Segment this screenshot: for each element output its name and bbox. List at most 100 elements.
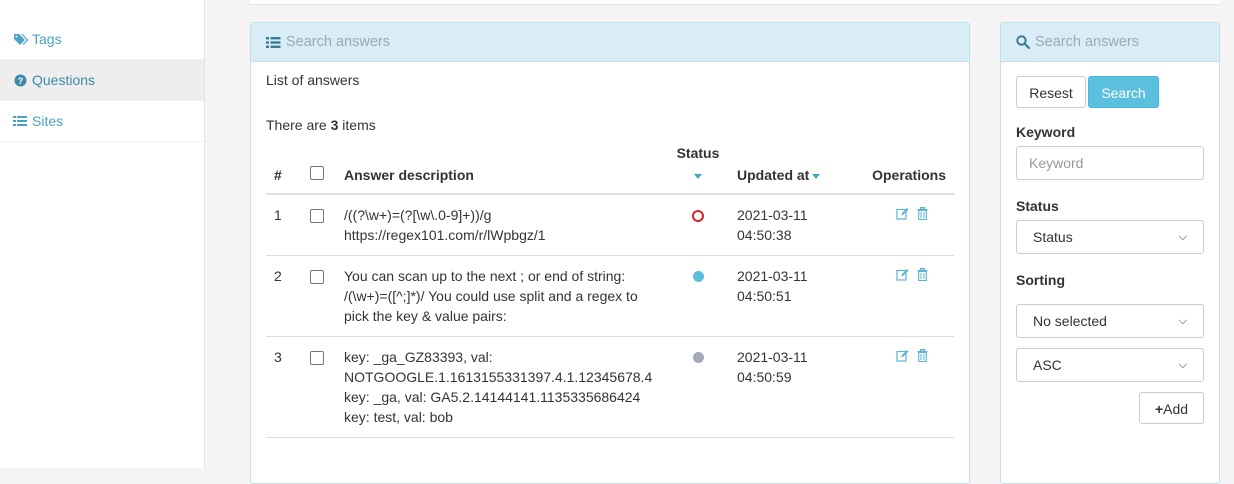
sidebar-item-label: Sites bbox=[32, 113, 64, 129]
status-active-icon[interactable] bbox=[692, 271, 704, 282]
answers-table: # Answer description Status Updated at O… bbox=[266, 145, 954, 438]
table-row: 3 key: _ga_GZ83393, val: NOTGOOGLE.1.16131… bbox=[266, 336, 954, 438]
updated-time: 04:50:59 bbox=[737, 369, 792, 385]
chevron-down-icon: ⌵ bbox=[1178, 230, 1187, 243]
row-select-cell bbox=[302, 255, 336, 337]
description-line: pick the key & value pairs: bbox=[344, 308, 507, 324]
row-select-cell bbox=[302, 194, 336, 256]
col-status[interactable]: Status bbox=[667, 145, 729, 195]
list-icon bbox=[12, 115, 28, 127]
col-updated-label: Updated at bbox=[737, 167, 810, 183]
row-checkbox[interactable] bbox=[310, 351, 324, 365]
status-pending-icon[interactable] bbox=[692, 352, 704, 363]
answer-description: You can scan up to the next ; or end of … bbox=[336, 255, 667, 337]
trash-icon[interactable] bbox=[917, 349, 928, 362]
count-prefix: There are bbox=[266, 117, 331, 133]
col-updated[interactable]: Updated at bbox=[729, 145, 850, 195]
row-number: 2 bbox=[266, 255, 302, 337]
sidebar-item-label: Questions bbox=[32, 72, 96, 88]
svg-text:?: ? bbox=[17, 76, 23, 86]
updated-date: 2021-03-11 bbox=[737, 349, 808, 365]
row-checkbox[interactable] bbox=[310, 270, 324, 284]
operations-cell bbox=[850, 336, 954, 438]
sidebar-item-sites[interactable]: Sites bbox=[0, 101, 204, 142]
status-cell bbox=[667, 336, 729, 438]
search-icon bbox=[1016, 35, 1030, 49]
reset-button[interactable]: Resest bbox=[1016, 76, 1086, 108]
row-number: 3 bbox=[266, 336, 302, 438]
updated-date: 2021-03-11 bbox=[737, 268, 808, 284]
description-line: https://regex101.com/r/lWpbgz/1 bbox=[344, 227, 546, 243]
operations-cell bbox=[850, 255, 954, 337]
col-num: # bbox=[266, 145, 302, 195]
sidebar: Tags ? Questions Sites bbox=[0, 0, 205, 468]
add-button-label: Add bbox=[1163, 401, 1189, 417]
chevron-down-icon: ⌵ bbox=[1178, 314, 1187, 327]
sort-caret-icon bbox=[694, 173, 702, 179]
sorting-label: Sorting bbox=[1016, 272, 1065, 288]
edit-icon[interactable] bbox=[896, 349, 909, 362]
answers-panel: Search answers List of answers There are… bbox=[250, 22, 970, 484]
col-operations: Operations bbox=[850, 145, 954, 195]
top-strip bbox=[250, 0, 1220, 5]
question-circle-icon: ? bbox=[12, 74, 28, 87]
answer-description: /((?\w+)=(?[\w\.0-9]+))/g https://regex10… bbox=[336, 194, 667, 256]
order-select[interactable]: ASC ⌵ bbox=[1016, 348, 1204, 382]
sidebar-item-questions[interactable]: ? Questions bbox=[0, 60, 204, 101]
description-line: key: _ga_GZ83393, val: bbox=[344, 349, 493, 365]
search-panel: Search answers Resest Search Keyword Key… bbox=[1000, 22, 1220, 484]
status-select[interactable]: Status ⌵ bbox=[1016, 220, 1204, 254]
description-line: /(\w+)=([^;]*)/ You could use split and … bbox=[344, 288, 638, 304]
answers-panel-title: Search answers bbox=[286, 34, 390, 50]
list-title: List of answers bbox=[266, 72, 360, 88]
edit-icon[interactable] bbox=[896, 207, 909, 220]
sidebar-item-label: Tags bbox=[32, 31, 62, 47]
order-select-value: ASC bbox=[1033, 357, 1062, 373]
plus-icon: + bbox=[1154, 401, 1164, 417]
select-all-checkbox[interactable] bbox=[310, 166, 324, 180]
table-row: 2 You can scan up to the next ; or end of… bbox=[266, 255, 954, 337]
search-panel-title: Search answers bbox=[1035, 34, 1139, 50]
description-line: You can scan up to the next ; or end of … bbox=[344, 268, 626, 284]
status-inactive-icon[interactable] bbox=[692, 210, 704, 222]
updated-time: 04:50:38 bbox=[737, 227, 792, 243]
table-header-row: # Answer description Status Updated at O… bbox=[266, 145, 954, 195]
tags-icon bbox=[12, 33, 28, 46]
updated-at: 2021-03-11 04:50:59 bbox=[729, 336, 850, 438]
count-suffix: items bbox=[338, 117, 376, 133]
row-checkbox[interactable] bbox=[310, 209, 324, 223]
item-count: There are 3 items bbox=[266, 117, 954, 137]
operations-cell bbox=[850, 194, 954, 256]
list-icon bbox=[266, 36, 281, 49]
col-status-label: Status bbox=[676, 145, 720, 161]
add-button[interactable]: +Add bbox=[1139, 392, 1204, 424]
trash-icon[interactable] bbox=[917, 207, 928, 220]
row-number: 1 bbox=[266, 194, 302, 256]
trash-icon[interactable] bbox=[917, 268, 928, 281]
sidebar-item-tags[interactable]: Tags bbox=[0, 19, 204, 60]
table-row: 1 /((?\w+)=(?[\w\.0-9]+))/g https://regex1… bbox=[266, 194, 954, 256]
answers-panel-header: Search answers bbox=[251, 23, 969, 62]
description-line: NOTGOOGLE.1.1613155331397.4.1.12345678.4 bbox=[344, 369, 653, 385]
search-panel-header: Search answers bbox=[1001, 23, 1219, 62]
description-line: /((?\w+)=(?[\w\.0-9]+))/g bbox=[344, 207, 492, 223]
updated-at: 2021-03-11 04:50:51 bbox=[729, 255, 850, 337]
status-cell bbox=[667, 255, 729, 337]
sort-caret-icon bbox=[812, 173, 821, 179]
description-line: key: _ga, val: GA5.2.14144141.1135335686… bbox=[344, 389, 641, 405]
sorting-select[interactable]: No selected ⌵ bbox=[1016, 304, 1204, 338]
status-label: Status bbox=[1016, 198, 1059, 214]
keyword-input[interactable]: Keyword bbox=[1016, 146, 1204, 180]
search-button[interactable]: Search bbox=[1088, 76, 1159, 108]
chevron-down-icon: ⌵ bbox=[1178, 358, 1187, 371]
status-cell bbox=[667, 194, 729, 256]
row-select-cell bbox=[302, 336, 336, 438]
keyword-placeholder: Keyword bbox=[1029, 155, 1084, 171]
sorting-select-value: No selected bbox=[1033, 313, 1107, 329]
col-select bbox=[302, 145, 336, 195]
answer-description: key: _ga_GZ83393, val: NOTGOOGLE.1.161315… bbox=[336, 336, 667, 438]
status-select-value: Status bbox=[1033, 229, 1073, 245]
updated-date: 2021-03-11 bbox=[737, 207, 808, 223]
updated-time: 04:50:51 bbox=[737, 288, 792, 304]
edit-icon[interactable] bbox=[896, 268, 909, 281]
